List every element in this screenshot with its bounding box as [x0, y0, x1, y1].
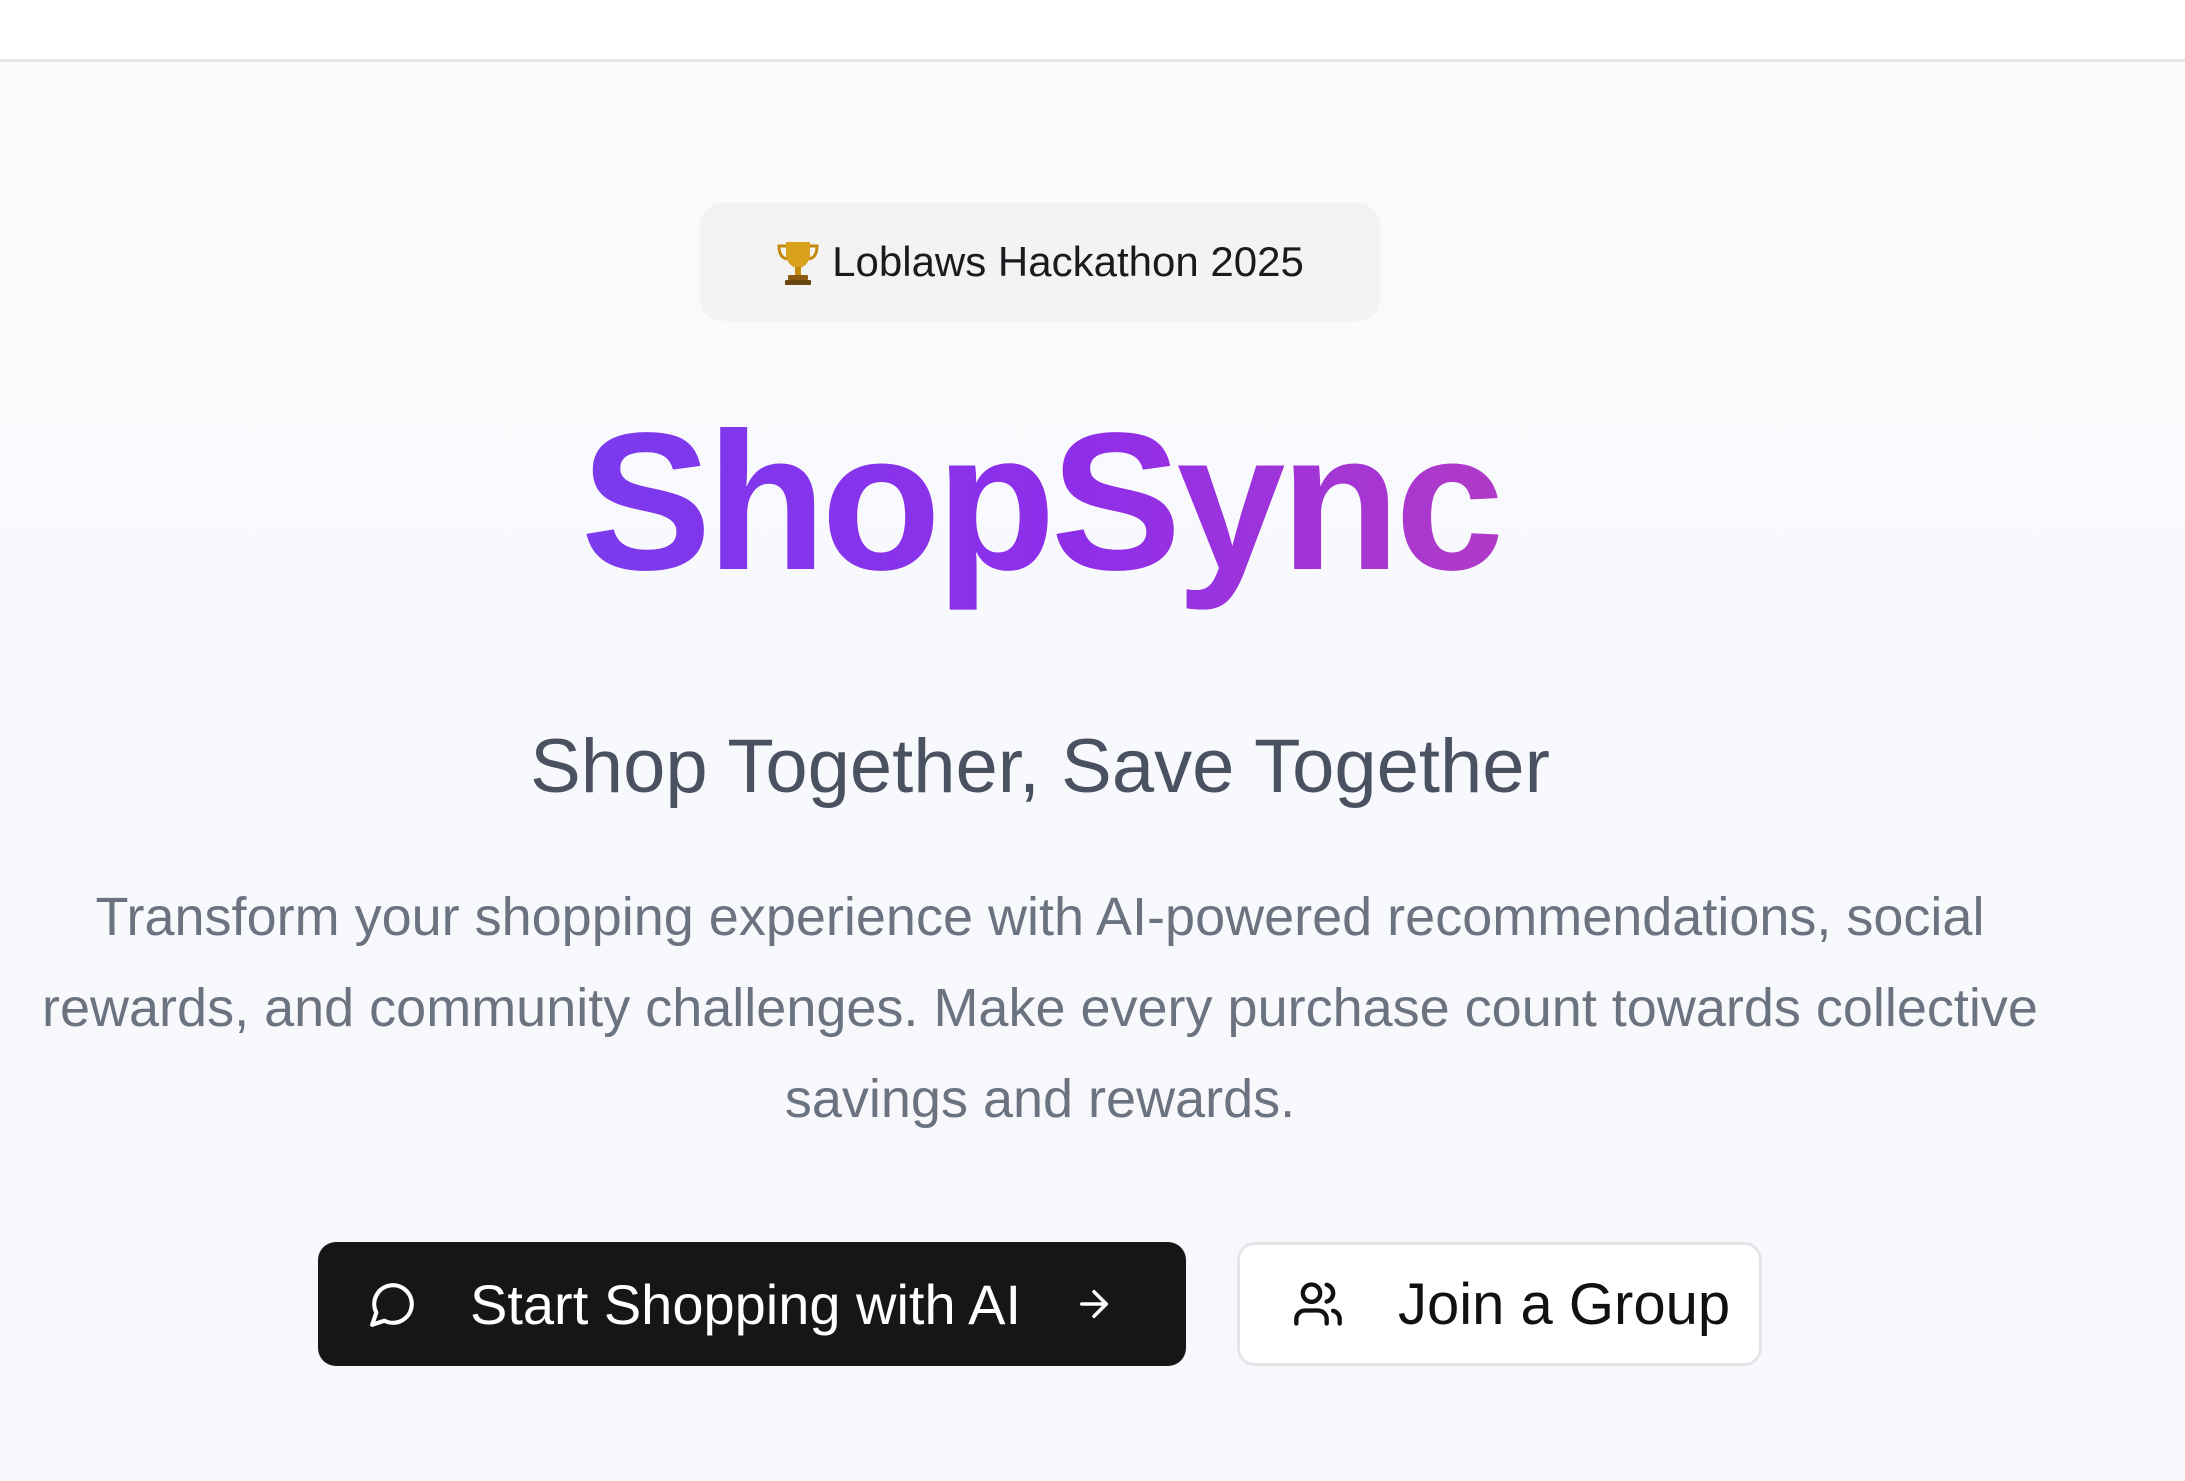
start-shopping-label: Start Shopping with AI: [470, 1272, 1022, 1336]
trophy-icon: [777, 242, 819, 285]
hero-subtitle: Shop Together, Save Together: [530, 724, 1550, 809]
start-shopping-button[interactable]: Start Shopping with AI: [318, 1242, 1186, 1366]
join-group-button[interactable]: Join a Group: [1237, 1242, 1762, 1366]
title-wrap: ShopSync: [0, 387, 2080, 617]
chat-bubble-icon: [370, 1283, 414, 1327]
hero-section: Loblaws Hackathon 2025 ShopSync Shop Tog…: [0, 62, 2080, 1481]
brand-title: ShopSync: [581, 387, 1504, 617]
description-line: rewards, and community challenges. Make …: [42, 978, 2038, 1038]
top-navbar: [0, 0, 2185, 62]
description-line: Transform your shopping experience with …: [95, 887, 1985, 947]
description-line: savings and rewards.: [784, 1069, 1296, 1129]
users-icon: [1294, 1282, 1342, 1326]
hackathon-badge: Loblaws Hackathon 2025: [700, 203, 1380, 321]
arrow-right-icon: [1080, 1290, 1109, 1318]
hero-description: Transform your shopping experience with …: [0, 872, 2080, 1145]
badge-label: Loblaws Hackathon 2025: [832, 238, 1304, 285]
join-group-label: Join a Group: [1398, 1271, 1731, 1337]
